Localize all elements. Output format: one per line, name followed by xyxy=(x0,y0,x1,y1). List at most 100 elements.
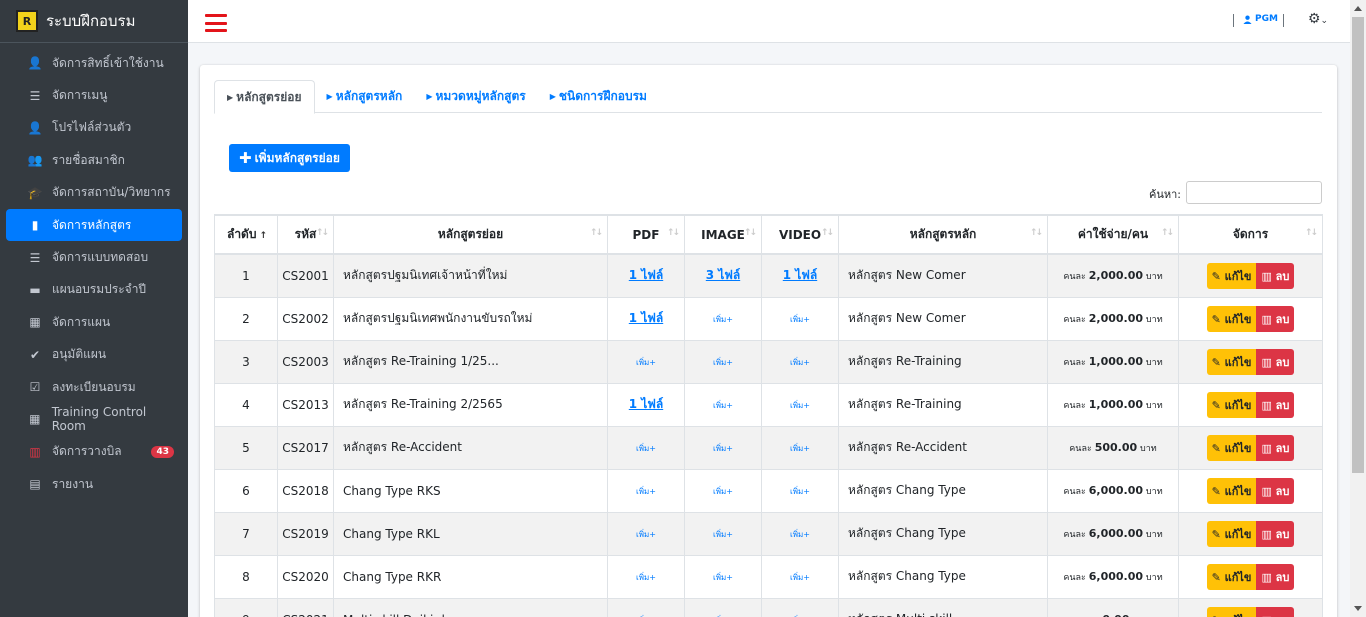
pdf-cell: เพิ่ม+ xyxy=(607,597,685,617)
sidebar-item[interactable]: ▦ Training Control Room xyxy=(6,403,182,435)
pdf-add-link[interactable]: เพิ่ม+ xyxy=(636,573,656,582)
column-header[interactable]: PDF ↑↓ xyxy=(607,214,685,255)
edit-icon: ✎ xyxy=(1211,527,1225,541)
row-number: 1 xyxy=(214,253,278,298)
sidebar-item[interactable]: ☰ จัดการเมนู xyxy=(6,79,182,111)
scroll-thumb[interactable] xyxy=(1352,17,1364,473)
video-file-link[interactable]: 1 ไฟล์ xyxy=(783,268,817,282)
delete-button[interactable]: ▥ ลบ xyxy=(1256,520,1295,547)
edit-button[interactable]: ✎ แก้ไข xyxy=(1206,520,1257,547)
edit-icon: ✎ xyxy=(1211,312,1225,326)
image-add-link[interactable]: เพิ่ม+ xyxy=(713,487,733,496)
edit-button[interactable]: ✎ แก้ไข xyxy=(1206,348,1257,375)
video-add-link[interactable]: เพิ่ม+ xyxy=(790,444,810,453)
image-add-link[interactable]: เพิ่ม+ xyxy=(713,401,733,410)
image-add-link[interactable]: เพิ่ม+ xyxy=(713,573,733,582)
main-course: หลักสูตร Re-Accident xyxy=(838,425,1048,470)
course-code: CS2013 xyxy=(277,382,334,427)
sidebar-item[interactable]: 👤 โปรไฟล์ส่วนตัว xyxy=(6,112,182,144)
brand-title: ระบบฝึกอบรม xyxy=(46,12,136,30)
sidebar-item[interactable]: ▥ จัดการวางบิล 43 xyxy=(6,436,182,468)
delete-button[interactable]: ▥ ลบ xyxy=(1256,262,1295,289)
sidebar-item[interactable]: ▤ รายงาน xyxy=(6,468,182,500)
row-number: 3 xyxy=(214,339,278,384)
main-course: หลักสูตร New Comer xyxy=(838,253,1048,298)
course-code: CS2003 xyxy=(277,339,334,384)
delete-button[interactable]: ▥ ลบ xyxy=(1256,477,1295,504)
column-header[interactable]: VIDEO ↑↓ xyxy=(761,214,839,255)
scroll-down-arrow-icon[interactable] xyxy=(1354,606,1362,611)
main-course-value: หลักสูตร Multi skill xyxy=(848,612,952,617)
edit-button[interactable]: ✎ แก้ไข xyxy=(1206,262,1257,289)
delete-button[interactable]: ▥ ลบ xyxy=(1256,305,1295,332)
page-scrollbar[interactable] xyxy=(1350,0,1366,617)
delete-button[interactable]: ▥ ลบ xyxy=(1256,606,1295,617)
pdf-add-link[interactable]: เพิ่ม+ xyxy=(636,487,656,496)
video-add-link[interactable]: เพิ่ม+ xyxy=(790,530,810,539)
column-header[interactable]: หลักสูตรย่อย ↑↓ xyxy=(333,214,608,255)
delete-button[interactable]: ▥ ลบ xyxy=(1256,563,1295,590)
subcourse-name: หลักสูตรปฐมนิเทศพนักงานขับรถใหม่ xyxy=(333,296,608,341)
pdf-file-link[interactable]: 1 ไฟล์ xyxy=(629,311,663,325)
delete-button[interactable]: ▥ ลบ xyxy=(1256,391,1295,418)
sidebar-item[interactable]: ▦ จัดการแผน xyxy=(6,306,182,338)
tab[interactable]: ▶ ชนิดการฝึกอบรม xyxy=(538,80,659,113)
column-header[interactable]: หลักสูตรหลัก ↑↓ xyxy=(838,214,1048,255)
edit-button[interactable]: ✎ แก้ไข xyxy=(1206,434,1257,461)
sidebar-item-label: จัดการเมนู xyxy=(52,88,108,103)
column-header-label: VIDEO xyxy=(778,227,822,242)
image-add-link[interactable]: เพิ่ม+ xyxy=(713,444,733,453)
pdf-add-link[interactable]: เพิ่ม+ xyxy=(636,444,656,453)
hamburger-menu-icon[interactable] xyxy=(205,14,227,32)
video-add-link[interactable]: เพิ่ม+ xyxy=(790,401,810,410)
edit-icon: ✎ xyxy=(1211,484,1225,498)
tab[interactable]: ▶ หมวดหมู่หลักสูตร xyxy=(414,80,537,113)
main-course: หลักสูตร Chang Type xyxy=(838,511,1048,556)
brand-logo: R xyxy=(16,10,38,32)
image-add-link[interactable]: เพิ่ม+ xyxy=(713,315,733,324)
search-input[interactable] xyxy=(1186,181,1322,204)
video-add-link[interactable]: เพิ่ม+ xyxy=(790,487,810,496)
image-add-link[interactable]: เพิ่ม+ xyxy=(713,530,733,539)
video-cell: เพิ่ม+ xyxy=(761,468,839,513)
sidebar-item[interactable]: 👤 จัดการสิทธิ์เข้าใช้งาน xyxy=(6,47,182,79)
delete-button[interactable]: ▥ ลบ xyxy=(1256,434,1295,461)
video-add-link[interactable]: เพิ่ม+ xyxy=(790,315,810,324)
image-add-link[interactable]: เพิ่ม+ xyxy=(713,358,733,367)
pdf-add-link[interactable]: เพิ่ม+ xyxy=(636,358,656,367)
delete-button[interactable]: ▥ ลบ xyxy=(1256,348,1295,375)
user-menu[interactable]: PGM xyxy=(1243,14,1278,24)
sidebar-item[interactable]: 🎓 จัดการสถาบัน/วิทยากร xyxy=(6,177,182,209)
column-header[interactable]: IMAGE ↑↓ xyxy=(684,214,762,255)
course-code: CS2019 xyxy=(277,511,334,556)
sidebar-item[interactable]: ✔ อนุมัติแผน xyxy=(6,339,182,371)
tab[interactable]: ▶ หลักสูตรย่อย xyxy=(214,80,315,114)
edit-button[interactable]: ✎ แก้ไข xyxy=(1206,477,1257,504)
edit-button[interactable]: ✎ แก้ไข xyxy=(1206,563,1257,590)
column-header[interactable]: ค่าใช้จ่าย/คน ↑↓ xyxy=(1047,214,1179,255)
edit-button[interactable]: ✎ แก้ไข xyxy=(1206,305,1257,332)
video-add-link[interactable]: เพิ่ม+ xyxy=(790,358,810,367)
pdf-file-link[interactable]: 1 ไฟล์ xyxy=(629,268,663,282)
scroll-up-arrow-icon[interactable] xyxy=(1354,6,1362,11)
column-header[interactable]: ลำดับ ↑ xyxy=(214,214,278,255)
sidebar-item[interactable]: ☑ ลงทะเบียนอบรม xyxy=(6,371,182,403)
settings-gear-icon[interactable]: ⚙⌄ xyxy=(1308,11,1328,27)
add-subcourse-button[interactable]: ✚ เพิ่มหลักสูตรย่อย xyxy=(229,144,350,172)
video-cell: เพิ่ม+ xyxy=(761,511,839,556)
sidebar-item[interactable]: ▬ แผนอบรมประจำปี xyxy=(6,274,182,306)
brand[interactable]: R ระบบฝึกอบรม xyxy=(0,0,188,43)
image-file-link[interactable]: 3 ไฟล์ xyxy=(706,268,740,282)
pdf-add-link[interactable]: เพิ่ม+ xyxy=(636,530,656,539)
sidebar-item[interactable]: ☰ จัดการแบบทดสอบ xyxy=(6,241,182,273)
edit-button[interactable]: ✎ แก้ไข xyxy=(1206,391,1257,418)
video-add-link[interactable]: เพิ่ม+ xyxy=(790,573,810,582)
pdf-file-link[interactable]: 1 ไฟล์ xyxy=(629,397,663,411)
edit-button[interactable]: ✎ แก้ไข xyxy=(1206,606,1257,617)
column-header[interactable]: รหัส ↑↓ xyxy=(277,214,334,255)
tab[interactable]: ▶ หลักสูตรหลัก xyxy=(315,80,415,113)
column-header[interactable]: จัดการ ↑↓ xyxy=(1178,214,1323,255)
sidebar-item[interactable]: 👥 รายชื่อสมาชิก xyxy=(6,144,182,176)
sidebar-item[interactable]: ▮ จัดการหลักสูตร xyxy=(6,208,182,242)
pdf-cell: เพิ่ม+ xyxy=(607,425,685,470)
